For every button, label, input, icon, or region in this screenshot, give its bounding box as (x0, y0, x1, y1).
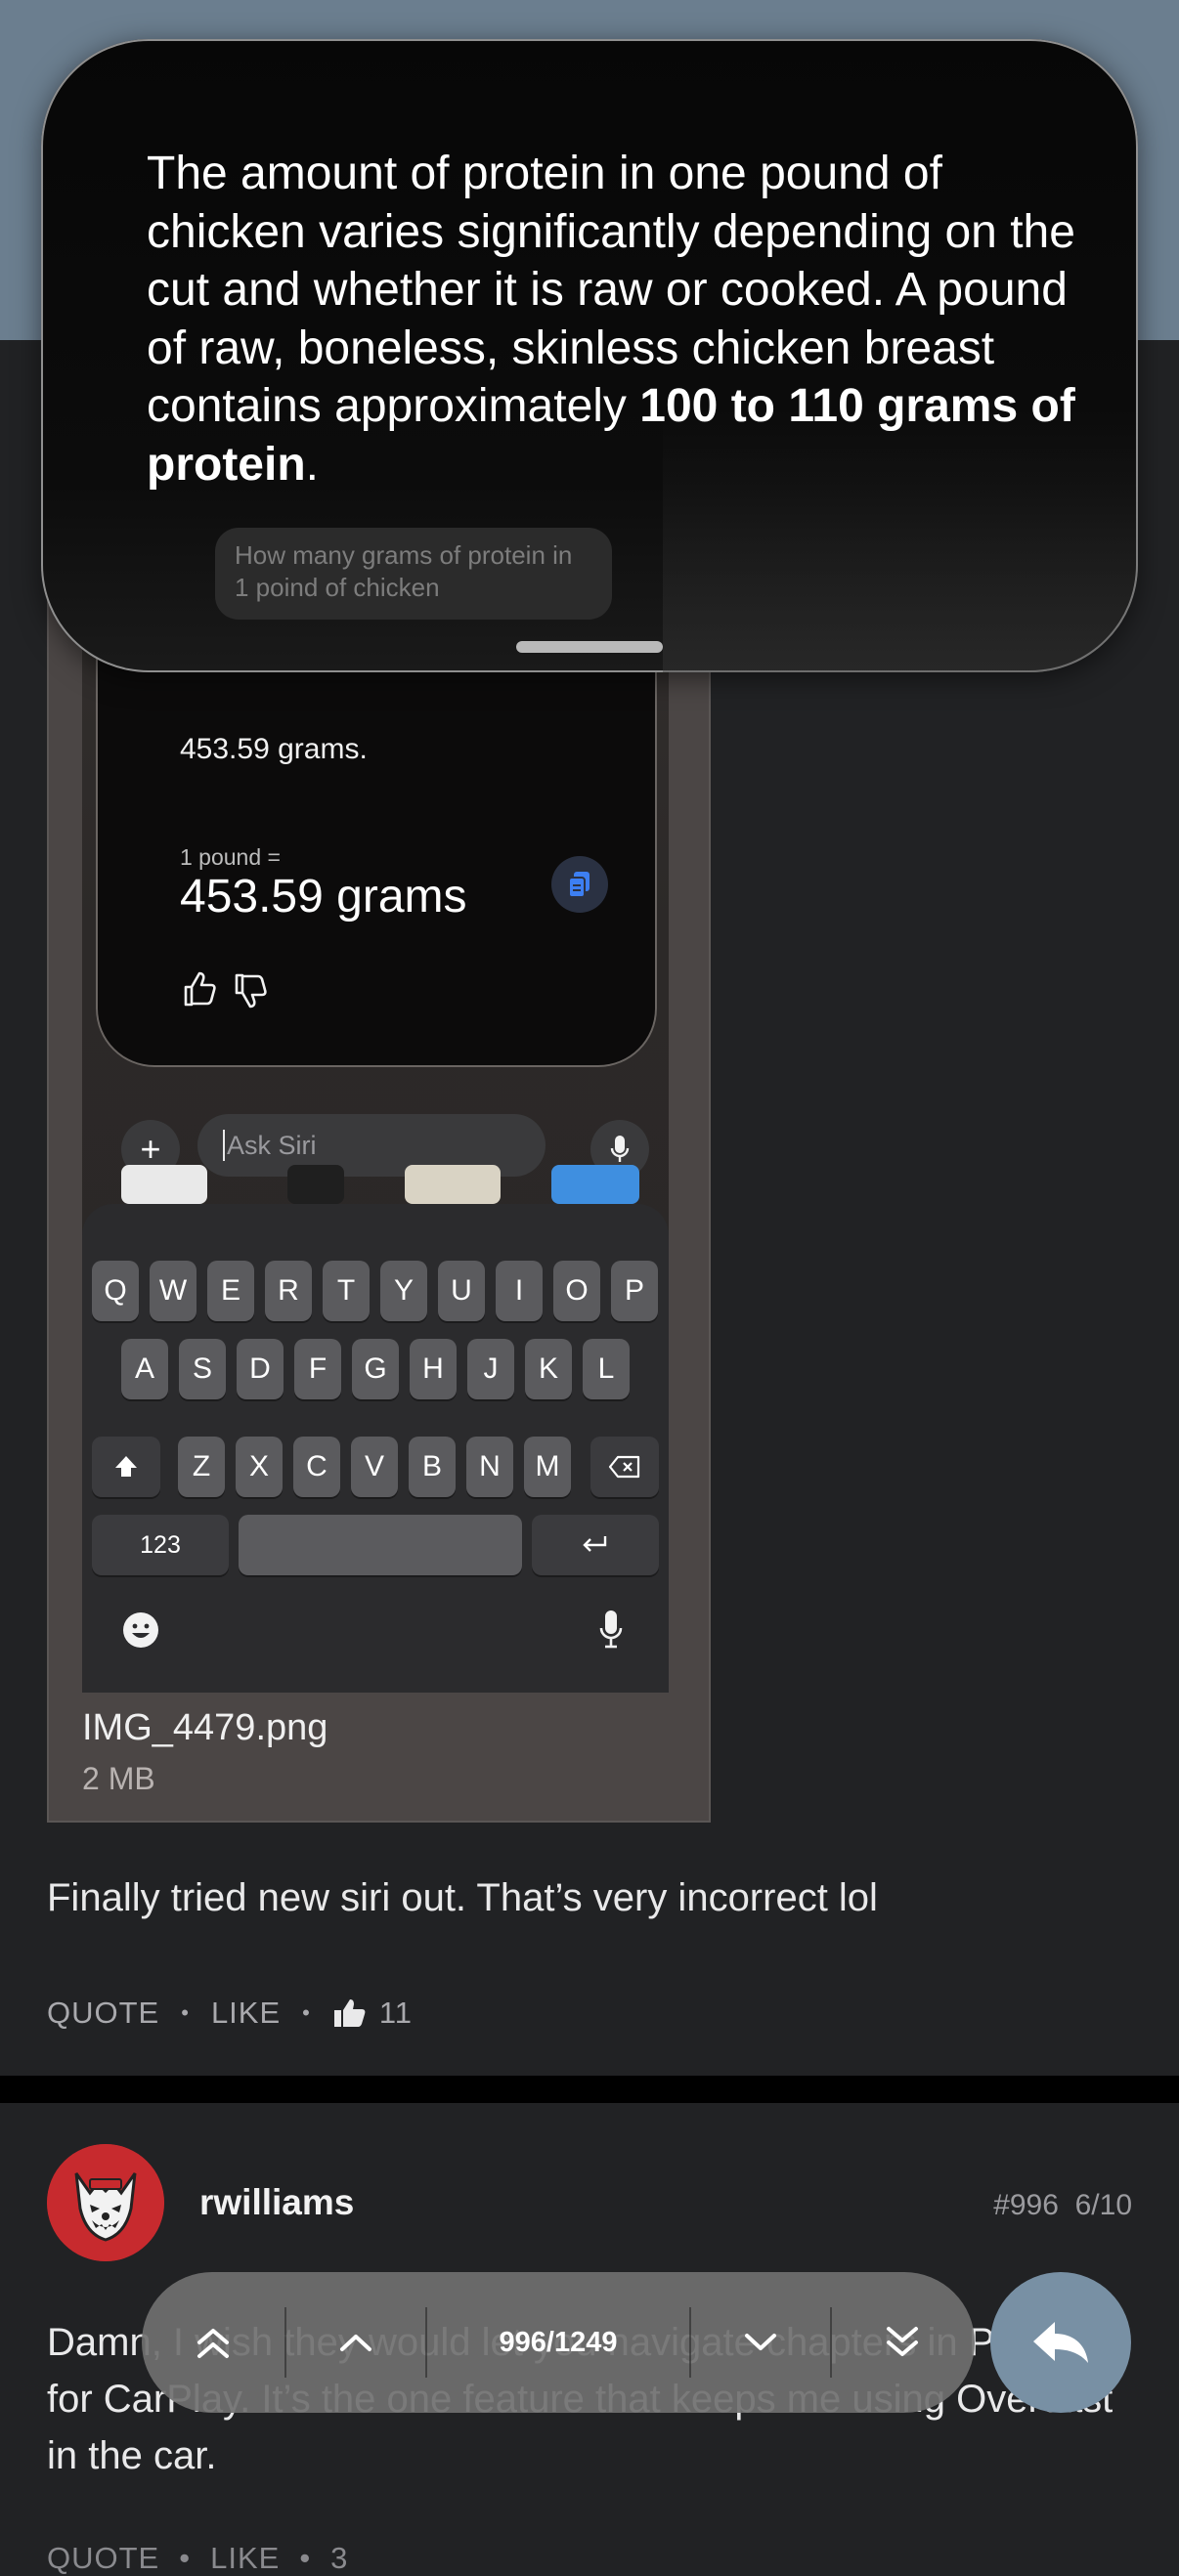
shift-icon (115, 1456, 137, 1477)
separator-dot: • (302, 2000, 311, 2025)
quote-button[interactable]: QUOTE (47, 1996, 159, 2031)
dictation-mic-icon (599, 1610, 623, 1649)
previous-post-button[interactable] (286, 2272, 425, 2413)
key-u[interactable]: U (438, 1261, 485, 1321)
space-bar[interactable] (239, 1515, 522, 1575)
like-count: 3 (330, 2541, 349, 2575)
key-y[interactable]: Y (380, 1261, 427, 1321)
reply-button[interactable] (990, 2272, 1131, 2413)
jump-to-last-button[interactable] (832, 2272, 973, 2413)
conversion-label: 1 pound = (180, 844, 281, 870)
thumbs-down-icon[interactable] (231, 971, 270, 1010)
key-s[interactable]: S (179, 1339, 226, 1399)
siri-answer-brief: 453.59 grams. (180, 733, 368, 765)
attachment-file-size: 2 MB (82, 1761, 155, 1796)
separator-dot: • (181, 2000, 190, 2025)
key-o[interactable]: O (553, 1261, 600, 1321)
key-q[interactable]: Q (92, 1261, 139, 1321)
double-chevron-down-icon (887, 2327, 918, 2356)
key-t[interactable]: T (323, 1261, 370, 1321)
clock-app-icon (121, 1165, 207, 1204)
text-caret (223, 1130, 225, 1161)
emoji-icon (123, 1612, 158, 1648)
key-c[interactable]: C (293, 1437, 340, 1497)
thumbs-up-icon[interactable] (332, 1997, 366, 2029)
key-a[interactable]: A (121, 1339, 168, 1399)
reply-arrow-icon (1033, 2322, 1088, 2363)
dictation-key[interactable] (598, 1609, 637, 1653)
key-r[interactable]: R (265, 1261, 312, 1321)
key-d[interactable]: D (237, 1339, 284, 1399)
attachment-file-name: IMG_4479.png (82, 1707, 328, 1748)
post-username[interactable]: rwilliams (199, 2182, 354, 2223)
key-i[interactable]: I (496, 1261, 543, 1321)
key-g[interactable]: G (352, 1339, 399, 1399)
post-number[interactable]: #996 (993, 2189, 1059, 2221)
key-j[interactable]: J (467, 1339, 514, 1399)
bubble-grab-handle[interactable] (516, 641, 663, 653)
avatar[interactable] (47, 2144, 164, 2261)
key-n[interactable]: N (466, 1437, 513, 1497)
ask-siri-placeholder: Ask Siri (227, 1130, 317, 1160)
like-count: 11 (378, 1996, 414, 2030)
separator-dot: • (179, 2541, 192, 2575)
separator-dot: • (299, 2541, 312, 2575)
siri-answer-bubble: The amount of protein in one pound of ch… (41, 39, 1138, 672)
copy-button[interactable] (551, 856, 608, 913)
like-button[interactable]: LIKE (211, 1996, 281, 2031)
return-key[interactable] (532, 1515, 659, 1575)
topic-navigation-bar: 996/1249 (142, 2272, 975, 2413)
key-p[interactable]: P (611, 1261, 658, 1321)
calculator-app-icon (287, 1165, 344, 1204)
double-chevron-up-icon (197, 2329, 229, 2358)
thumbs-up-icon[interactable] (180, 969, 219, 1009)
delete-icon (608, 1455, 640, 1479)
siri-answer-text: The amount of protein in one pound of ch… (147, 145, 1085, 494)
delete-key[interactable] (590, 1437, 659, 1497)
quote-button[interactable]: QUOTE (47, 2541, 159, 2576)
siri-query-bubble: How many grams of protein in 1 poind of … (215, 528, 612, 620)
return-icon (583, 1536, 607, 1552)
key-h[interactable]: H (410, 1339, 457, 1399)
key-z[interactable]: Z (178, 1437, 225, 1497)
jump-to-first-button[interactable] (142, 2272, 284, 2413)
key-e[interactable]: E (207, 1261, 254, 1321)
post-divider (0, 2076, 1179, 2103)
key-b[interactable]: B (409, 1437, 456, 1497)
key-w[interactable]: W (150, 1261, 196, 1321)
key-l[interactable]: L (583, 1339, 630, 1399)
key-m[interactable]: M (524, 1437, 571, 1497)
chevron-up-icon (340, 2335, 371, 2351)
post-date: 6/10 (1074, 2189, 1132, 2221)
emoji-key[interactable] (121, 1610, 164, 1653)
post-actions: QUOTE • LIKE • 11 (47, 1996, 413, 2031)
copy-icon (568, 872, 590, 898)
microphone-icon (610, 1136, 630, 1162)
appstore-app-icon (551, 1165, 639, 1204)
conversion-value: 453.59 grams (180, 871, 467, 923)
on-screen-keyboard: QWERTYUIOP ASDFGHJKL ZXCVBNM 123 (82, 1204, 669, 1693)
key-k[interactable]: K (525, 1339, 572, 1399)
wolf-mascot-avatar-icon (47, 2144, 164, 2261)
next-post-button[interactable] (691, 2272, 830, 2413)
siri-answer-end: . (305, 438, 319, 491)
key-f[interactable]: F (294, 1339, 341, 1399)
key-v[interactable]: V (351, 1437, 398, 1497)
shift-key[interactable] (92, 1437, 160, 1497)
next-post-actions: QUOTE • LIKE • 3 (47, 2541, 348, 2576)
notes-app-icon (405, 1165, 501, 1204)
like-button[interactable]: LIKE (210, 2541, 280, 2576)
post-body: Finally tried new siri out. That’s very … (47, 1876, 878, 1919)
post-position-counter[interactable]: 996/1249 (427, 2272, 689, 2413)
chevron-down-icon (745, 2334, 776, 2350)
numbers-key[interactable]: 123 (92, 1515, 229, 1575)
key-x[interactable]: X (236, 1437, 283, 1497)
post-meta: #996 6/10 (993, 2189, 1132, 2222)
